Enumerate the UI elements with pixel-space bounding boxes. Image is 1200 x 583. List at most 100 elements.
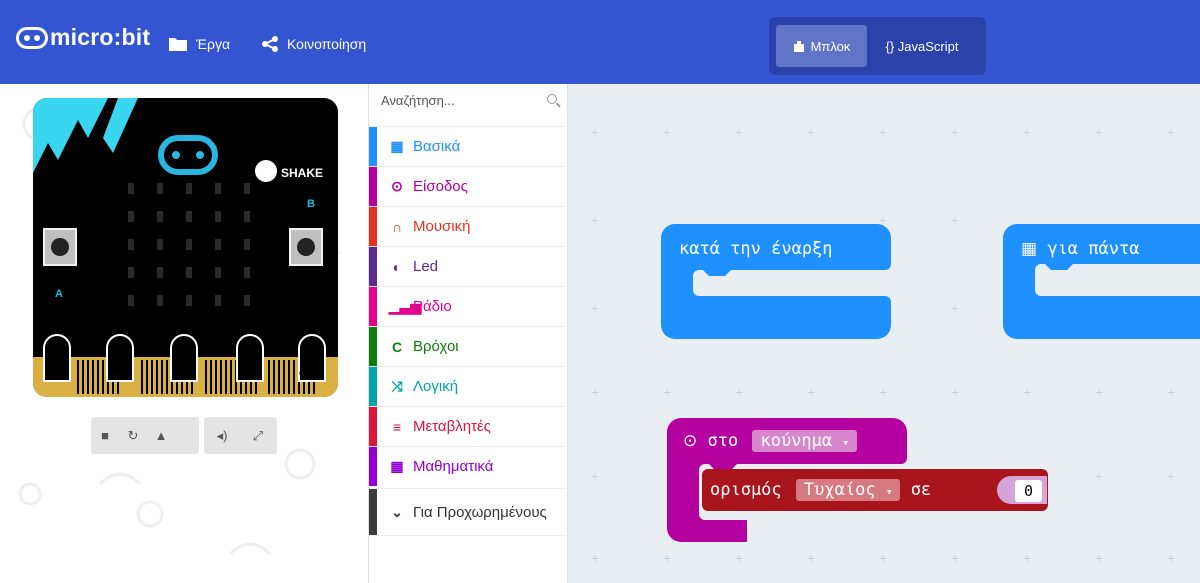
grid-mark: +: [1167, 468, 1176, 484]
button-b[interactable]: [289, 228, 323, 266]
grid-mark: +: [951, 550, 960, 566]
led[interactable]: [128, 239, 134, 250]
folder-icon: [169, 38, 187, 51]
led[interactable]: [186, 211, 192, 222]
led[interactable]: [157, 239, 163, 250]
led[interactable]: [215, 183, 221, 194]
button-a-label: A: [55, 288, 63, 300]
grid-mark: +: [807, 550, 816, 566]
chevron-down-icon: ⌄: [391, 503, 403, 520]
category-radio[interactable]: ▁▃▅ Ράδιο: [369, 286, 569, 326]
led[interactable]: [244, 267, 250, 278]
led[interactable]: [186, 267, 192, 278]
grid-mark: +: [1167, 124, 1176, 140]
restart-icon[interactable]: ↻: [119, 428, 147, 444]
search-input[interactable]: Αναζήτηση...: [381, 93, 561, 115]
set-prefix: ορισμός: [710, 480, 782, 500]
top-bar: micro:bit Έργα Κοινοποίηση Μπλοκ {} Java…: [0, 0, 1200, 84]
simulator-controls-secondary: ◂) ⤢: [204, 417, 277, 454]
shake-button[interactable]: [255, 160, 277, 182]
led[interactable]: [244, 239, 250, 250]
category-input[interactable]: ⊙ Είσοδος: [369, 166, 569, 206]
grid-mark: +: [591, 550, 600, 566]
led[interactable]: [215, 239, 221, 250]
led[interactable]: [244, 183, 250, 194]
editor-mode-toggle: Μπλοκ {} JavaScript: [769, 17, 986, 75]
grid-mark: +: [1023, 124, 1032, 140]
javascript-tab[interactable]: {} JavaScript: [872, 25, 972, 67]
led[interactable]: [244, 211, 250, 222]
gesture-dropdown[interactable]: κούνημα ▾: [752, 430, 857, 452]
led[interactable]: [157, 183, 163, 194]
led[interactable]: [157, 211, 163, 222]
led[interactable]: [157, 295, 163, 306]
grid-mark: +: [1023, 384, 1032, 400]
logo-text: micro:bit: [50, 24, 151, 50]
blocks-tab-label: Μπλοκ: [810, 38, 851, 54]
led[interactable]: [186, 239, 192, 250]
board-logo-stripes: [33, 98, 138, 173]
variable-dropdown[interactable]: Τυχαίος ▾: [795, 479, 901, 501]
category-label: Ράδιο: [413, 298, 452, 315]
list-icon: ≡: [392, 418, 402, 435]
variable-dropdown-value: Τυχαίος: [803, 480, 876, 500]
category-logic[interactable]: ⤨ Λογική: [369, 366, 569, 406]
category-variables[interactable]: ≡ Μεταβλητές: [369, 406, 569, 446]
led[interactable]: [215, 211, 221, 222]
category-led[interactable]: ◐ Led: [369, 246, 569, 286]
share-button[interactable]: Κοινοποίηση: [261, 36, 366, 52]
microbit-logo-icon: [16, 26, 48, 49]
button-a[interactable]: [43, 228, 77, 266]
pin-label: 0: [53, 368, 60, 380]
category-advanced[interactable]: ⌄ Για Προχωρημένους: [369, 488, 569, 536]
category-label: Led: [413, 258, 439, 275]
grid-mark: +: [1167, 384, 1176, 400]
led[interactable]: [215, 267, 221, 278]
grid-mark: +: [591, 124, 600, 140]
grid-mark: +: [1095, 550, 1104, 566]
pin-label: GND: [299, 368, 324, 380]
led[interactable]: [186, 295, 192, 306]
grid-icon: ▦: [390, 138, 404, 154]
led[interactable]: [128, 211, 134, 222]
share-icon: [262, 36, 278, 52]
projects-button[interactable]: Έργα: [168, 36, 230, 52]
search-icon[interactable]: [547, 94, 557, 104]
led[interactable]: [215, 295, 221, 306]
microbit-logo[interactable]: micro:bit: [16, 24, 150, 51]
stop-icon[interactable]: ■: [91, 428, 119, 443]
microbit-face-logo[interactable]: [158, 135, 218, 175]
number-input[interactable]: 0: [1015, 480, 1042, 502]
led[interactable]: [186, 183, 192, 194]
grid-mark: +: [591, 300, 600, 316]
led[interactable]: [244, 295, 250, 306]
grid-mark: +: [663, 384, 672, 400]
pin-label: 3V: [241, 368, 255, 380]
category-loops[interactable]: C Βρόχοι: [369, 326, 569, 366]
blocks-tab[interactable]: Μπλοκ: [776, 25, 867, 67]
grid-mark: +: [951, 212, 960, 228]
category-label: Λογική: [413, 378, 459, 395]
slow-mo-icon[interactable]: ▲: [147, 428, 175, 443]
javascript-tab-label: {} JavaScript: [885, 38, 959, 54]
mute-icon[interactable]: ◂): [204, 428, 240, 444]
grid-mark: +: [1095, 124, 1104, 140]
led[interactable]: [157, 267, 163, 278]
grid-mark: +: [663, 124, 672, 140]
fullscreen-icon[interactable]: ⤢: [240, 428, 276, 444]
category-music[interactable]: ∩ Μουσική: [369, 206, 569, 246]
grid-mark: +: [1095, 468, 1104, 484]
grid-mark: +: [1095, 384, 1104, 400]
grid-mark: +: [879, 384, 888, 400]
category-label: Μαθηματικά: [413, 458, 494, 475]
category-label: Για Προχωρημένους: [413, 503, 547, 521]
puzzle-icon: [793, 40, 804, 52]
grid-mark: +: [951, 124, 960, 140]
category-math[interactable]: ▦ Μαθηματικά: [369, 446, 569, 486]
grid-mark: +: [591, 384, 600, 400]
led[interactable]: [128, 267, 134, 278]
led[interactable]: [128, 295, 134, 306]
blocks-workspace[interactable]: + + + + + + + + + + + + + + + + + + + + …: [569, 84, 1200, 583]
category-basic[interactable]: ▦ Βασικά: [369, 126, 569, 166]
led[interactable]: [128, 183, 134, 194]
